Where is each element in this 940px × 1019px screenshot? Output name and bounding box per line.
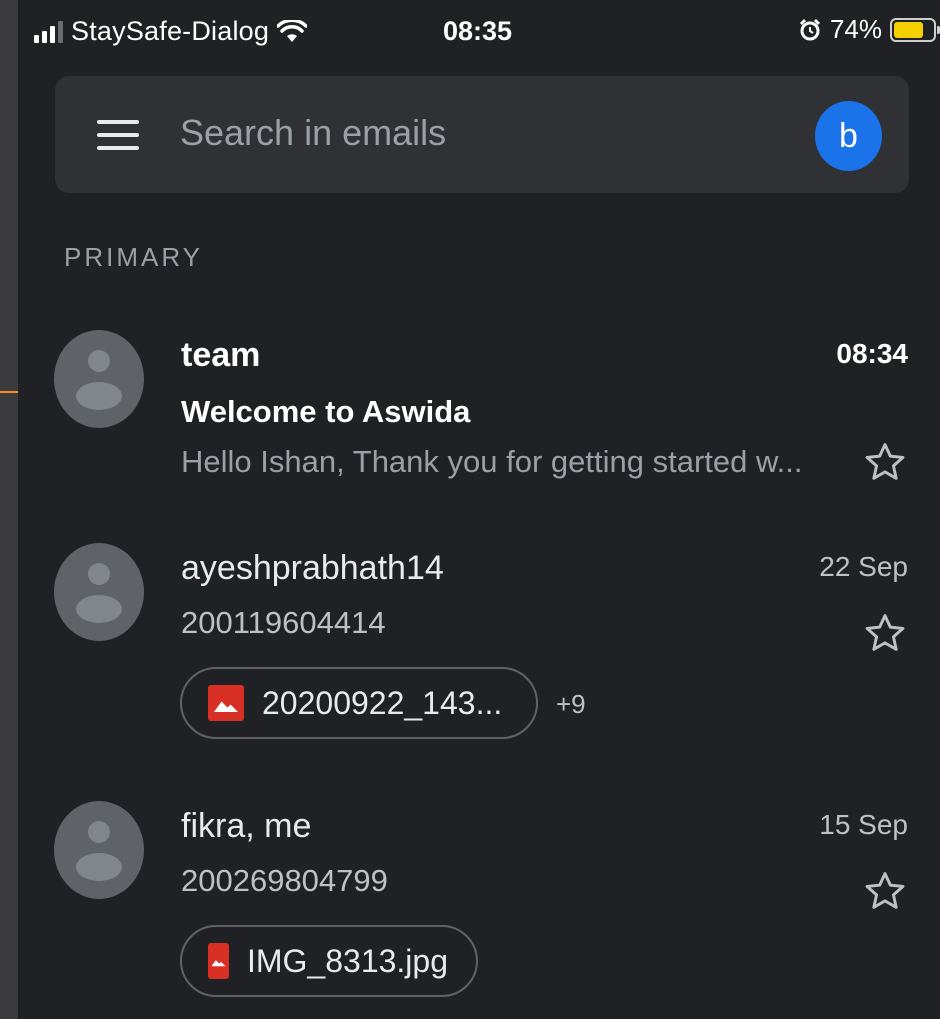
email-row[interactable]: team 08:34 Welcome to Aswida Hello Ishan… bbox=[18, 330, 940, 500]
more-attachments[interactable]: +9 bbox=[556, 689, 586, 720]
attachment-name: 20200922_143... bbox=[262, 684, 503, 721]
sender-avatar bbox=[54, 801, 144, 899]
email-subject: Welcome to Aswida bbox=[181, 394, 471, 429]
email-snippet: Hello Ishan, Thank you for getting start… bbox=[181, 444, 803, 479]
status-left: StaySafe-Dialog bbox=[34, 16, 308, 47]
image-icon bbox=[208, 943, 229, 979]
status-right: 74% bbox=[798, 14, 940, 45]
gmail-screen: StaySafe-Dialog 08:35 74% Search in emai… bbox=[18, 0, 940, 1019]
star-icon[interactable] bbox=[863, 869, 907, 913]
status-bar: StaySafe-Dialog 08:35 74% bbox=[18, 0, 940, 64]
sender-avatar bbox=[54, 543, 144, 641]
carrier-name: StaySafe-Dialog bbox=[71, 16, 270, 46]
search-input[interactable]: Search in emails bbox=[180, 112, 446, 154]
email-sender: ayeshprabhath14 bbox=[181, 549, 444, 587]
alarm-icon bbox=[799, 18, 821, 40]
menu-icon[interactable] bbox=[97, 120, 139, 150]
star-icon[interactable] bbox=[863, 611, 907, 655]
wifi-icon bbox=[277, 19, 308, 42]
attachment-chip[interactable]: 20200922_143... bbox=[180, 667, 538, 739]
section-label: PRIMARY bbox=[64, 242, 203, 272]
email-row[interactable]: fikra, me 15 Sep 200269804799 IMG_8313.j… bbox=[18, 801, 940, 1019]
sender-avatar bbox=[54, 330, 144, 428]
battery-icon bbox=[890, 17, 940, 42]
account-avatar[interactable]: b bbox=[815, 101, 882, 171]
email-row[interactable]: ayeshprabhath14 22 Sep 200119604414 2020… bbox=[18, 543, 940, 753]
star-icon[interactable] bbox=[863, 440, 907, 484]
email-subject: 200119604414 bbox=[181, 605, 386, 640]
email-sender: team bbox=[181, 336, 261, 374]
email-date: 15 Sep bbox=[819, 809, 908, 840]
email-subject: 200269804799 bbox=[181, 863, 388, 898]
search-bar[interactable]: Search in emails b bbox=[55, 76, 909, 193]
email-sender: fikra, me bbox=[181, 807, 312, 845]
email-date: 22 Sep bbox=[819, 551, 908, 582]
attachment-name: IMG_8313.jpg bbox=[246, 942, 448, 979]
signal-icon bbox=[34, 20, 63, 43]
battery-percent: 74% bbox=[829, 14, 882, 44]
attachment-chip[interactable]: IMG_8313.jpg bbox=[180, 925, 478, 997]
image-icon bbox=[208, 685, 244, 721]
clock: 08:35 bbox=[443, 16, 513, 46]
email-time: 08:34 bbox=[836, 338, 908, 369]
